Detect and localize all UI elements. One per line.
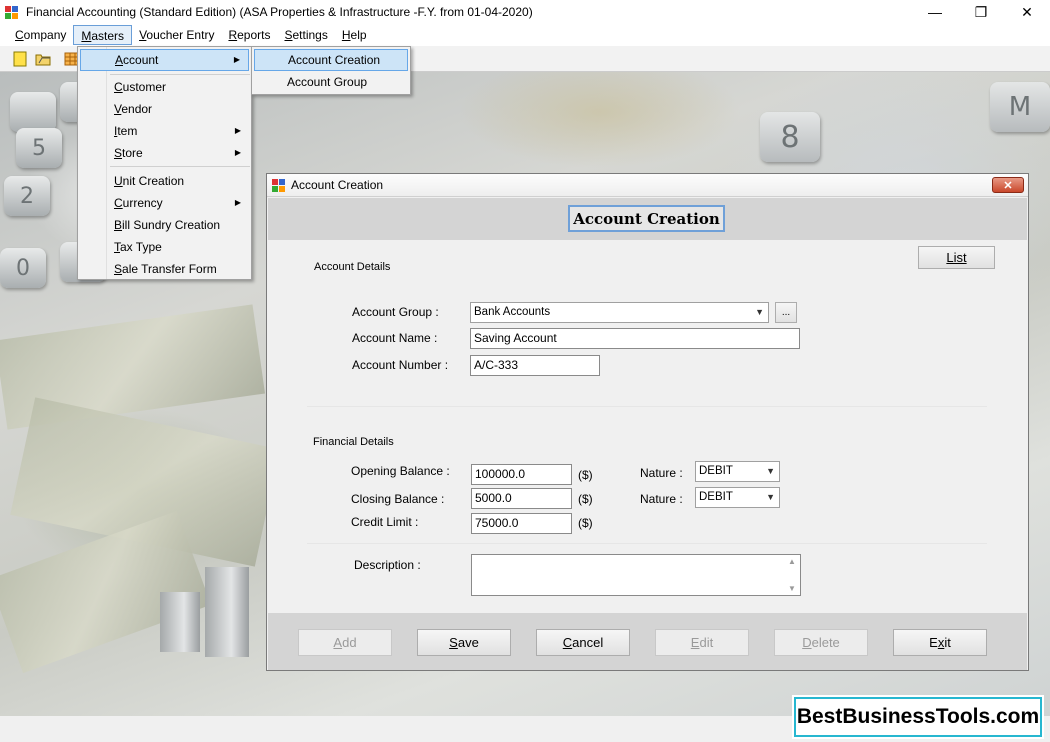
submenu-arrow-icon: ▶ bbox=[234, 126, 241, 135]
menu-company[interactable]: Company bbox=[8, 25, 73, 45]
dialog-button-bar: Add Save Cancel Edit Delete Ex it bbox=[268, 613, 1027, 670]
menu-item-customer[interactable]: Customer bbox=[80, 76, 249, 98]
submenu-arrow-icon: ▶ bbox=[234, 198, 241, 207]
edit-button[interactable]: Edit bbox=[655, 629, 749, 656]
description-scrollbar[interactable]: ▲ ▼ bbox=[785, 555, 800, 595]
dialog-app-icon bbox=[272, 179, 285, 192]
closing-balance-label: Closing Balance : bbox=[351, 492, 445, 506]
menu-item-store[interactable]: Store ▶ bbox=[80, 142, 249, 164]
dialog-title-bar: Account Creation ✕ bbox=[267, 174, 1028, 197]
menu-reports[interactable]: Reports bbox=[221, 25, 277, 45]
section-divider bbox=[307, 543, 987, 544]
open-folder-icon[interactable] bbox=[35, 51, 51, 67]
maximize-button[interactable]: ❐ bbox=[958, 0, 1004, 24]
closing-nature-label: Nature : bbox=[640, 492, 683, 506]
title-bar: Financial Accounting (Standard Edition) … bbox=[0, 0, 1050, 24]
menu-settings[interactable]: Settings bbox=[277, 25, 334, 45]
closing-nature-select[interactable]: DEBIT ▼ bbox=[695, 487, 780, 508]
credit-currency-symbol: ($) bbox=[578, 516, 593, 530]
calculator-key: 5 bbox=[16, 128, 62, 168]
chevron-down-icon: ▼ bbox=[755, 307, 764, 317]
account-name-field[interactable]: Saving Account bbox=[470, 328, 800, 349]
menu-item-account-group[interactable]: Account Group bbox=[254, 71, 408, 93]
credit-limit-label: Credit Limit : bbox=[351, 515, 419, 529]
add-button[interactable]: Add bbox=[298, 629, 392, 656]
exit-button[interactable]: Ex it bbox=[893, 629, 987, 656]
menu-item-vendor[interactable]: Vendor bbox=[80, 98, 249, 120]
menu-item-sale-transfer-form[interactable]: Sale Transfer Form bbox=[80, 258, 249, 280]
closing-balance-field[interactable]: 5000.0 bbox=[471, 488, 572, 509]
opening-nature-label: Nature : bbox=[640, 466, 683, 480]
description-label: Description : bbox=[354, 558, 421, 572]
close-button[interactable]: ✕ bbox=[1004, 0, 1050, 24]
opening-balance-label: Opening Balance : bbox=[351, 464, 450, 478]
new-file-icon[interactable] bbox=[12, 51, 28, 67]
chevron-down-icon: ▼ bbox=[766, 492, 775, 502]
minimize-button[interactable]: — bbox=[912, 0, 958, 24]
section-divider bbox=[307, 406, 987, 407]
menu-item-item[interactable]: Item ▶ bbox=[80, 120, 249, 142]
calculator-key: 0 bbox=[0, 248, 46, 288]
account-name-label: Account Name : bbox=[352, 331, 438, 345]
menu-item-account[interactable]: Account ▶ bbox=[80, 49, 249, 71]
menu-item-bill-sundry-creation[interactable]: Bill Sundry Creation bbox=[80, 214, 249, 236]
calculator-key: 8 bbox=[760, 112, 820, 162]
dialog-title: Account Creation bbox=[291, 178, 384, 192]
calculator-key bbox=[10, 92, 56, 132]
scroll-up-icon[interactable]: ▲ bbox=[788, 557, 796, 566]
description-field[interactable]: ▲ ▼ bbox=[471, 554, 801, 596]
list-button[interactable]: List bbox=[918, 246, 995, 269]
opening-currency-symbol: ($) bbox=[578, 468, 593, 482]
calculator-key: M bbox=[990, 82, 1050, 132]
menu-item-currency[interactable]: Currency ▶ bbox=[80, 192, 249, 214]
account-group-label: Account Group : bbox=[352, 305, 439, 319]
delete-button[interactable]: Delete bbox=[774, 629, 868, 656]
dialog-heading: Account Creation bbox=[568, 205, 725, 232]
dialog-header-band: Account Creation bbox=[268, 198, 1027, 240]
dialog-close-button[interactable]: ✕ bbox=[992, 177, 1024, 193]
scroll-down-icon[interactable]: ▼ bbox=[788, 584, 796, 593]
menu-item-tax-type[interactable]: Tax Type bbox=[80, 236, 249, 258]
submenu-arrow-icon: ▶ bbox=[234, 148, 241, 157]
opening-nature-select[interactable]: DEBIT ▼ bbox=[695, 461, 780, 482]
cancel-button[interactable]: Cancel bbox=[536, 629, 630, 656]
account-group-select[interactable]: Bank Accounts ▼ bbox=[470, 302, 769, 323]
menu-bar: Company Masters Voucher Entry Reports Se… bbox=[0, 24, 1050, 46]
menu-separator bbox=[110, 166, 250, 167]
window-title: Financial Accounting (Standard Edition) … bbox=[26, 5, 533, 19]
menu-item-unit-creation[interactable]: Unit Creation bbox=[80, 170, 249, 192]
opening-balance-field[interactable]: 100000.0 bbox=[471, 464, 572, 485]
app-icon bbox=[5, 6, 18, 19]
calculator-key: 2 bbox=[4, 176, 50, 216]
account-details-section-label: Account Details bbox=[314, 261, 391, 273]
account-submenu: Account Creation Account Group bbox=[251, 46, 411, 95]
account-number-field[interactable]: A/C-333 bbox=[470, 355, 600, 376]
account-number-label: Account Number : bbox=[352, 358, 449, 372]
submenu-arrow-icon: ▶ bbox=[233, 55, 240, 64]
save-button[interactable]: Save bbox=[417, 629, 511, 656]
close-icon: ✕ bbox=[1003, 179, 1013, 192]
account-group-browse-button[interactable]: ... bbox=[775, 302, 797, 323]
menu-voucher-entry[interactable]: Voucher Entry bbox=[132, 25, 221, 45]
chevron-down-icon: ▼ bbox=[766, 466, 775, 476]
watermark: BestBusinessTools.com bbox=[794, 697, 1042, 737]
credit-limit-field[interactable]: 75000.0 bbox=[471, 513, 572, 534]
menu-separator bbox=[110, 74, 250, 75]
menu-help[interactable]: Help bbox=[335, 25, 374, 45]
account-creation-dialog: Account Creation ✕ Account Creation List… bbox=[266, 173, 1029, 671]
menu-masters[interactable]: Masters bbox=[73, 25, 133, 45]
masters-menu: Account ▶ Customer Vendor Item ▶ Store ▶ Un… bbox=[77, 46, 252, 280]
financial-details-section-label: Financial Details bbox=[313, 436, 394, 448]
closing-currency-symbol: ($) bbox=[578, 492, 593, 506]
menu-item-account-creation[interactable]: Account Creation bbox=[254, 49, 408, 71]
